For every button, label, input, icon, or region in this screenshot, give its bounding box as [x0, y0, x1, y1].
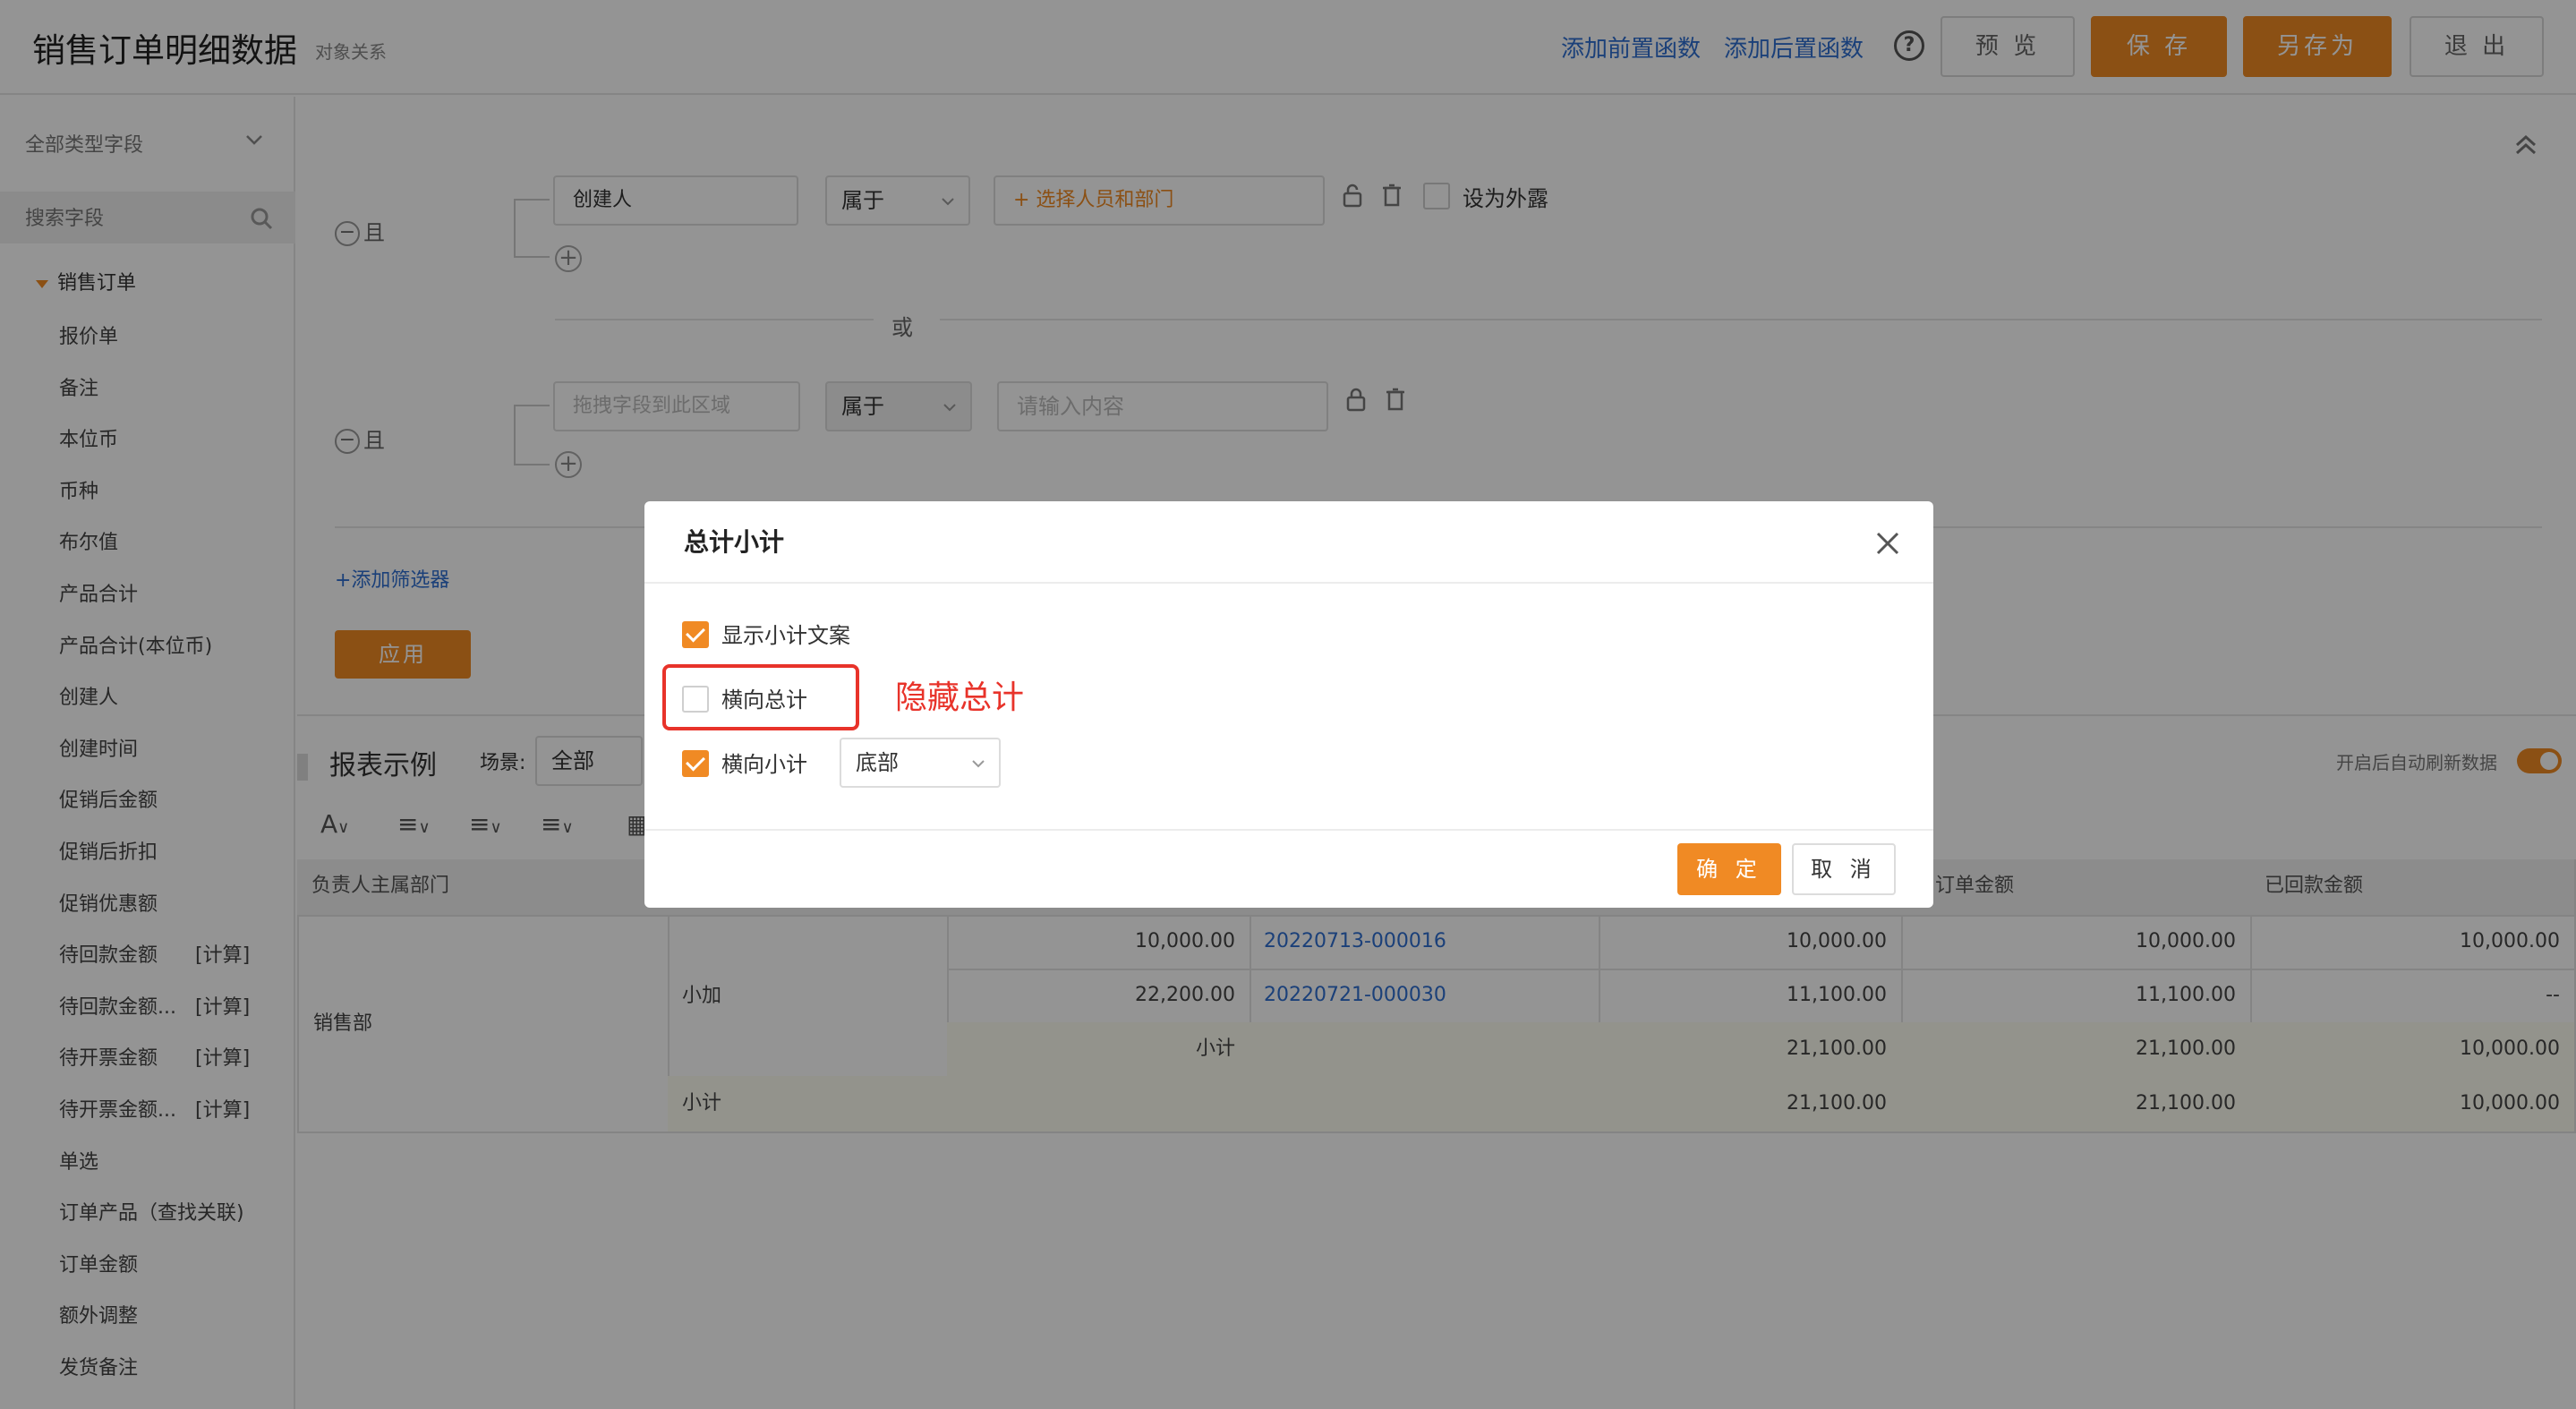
totals-dialog: 总计小计 显示小计文案 横向总计 隐藏总计 横向小计 底部 确 定 取 消 — [644, 501, 1933, 908]
chevron-down-icon — [972, 760, 985, 768]
show-subtotal-text-label: 显示小计文案 — [721, 623, 850, 648]
cancel-button[interactable]: 取 消 — [1792, 843, 1896, 895]
subtotal-position-select[interactable]: 底部 — [840, 738, 1001, 788]
divider — [644, 829, 1933, 831]
dialog-title: 总计小计 — [684, 527, 785, 557]
horizontal-subtotal-checkbox[interactable] — [682, 750, 709, 777]
confirm-button[interactable]: 确 定 — [1677, 843, 1781, 895]
horizontal-total-label: 横向总计 — [721, 687, 807, 713]
close-icon[interactable] — [1872, 528, 1903, 559]
annotation-text: 隐藏总计 — [895, 679, 1025, 716]
divider — [644, 582, 1933, 584]
show-subtotal-text-checkbox[interactable] — [682, 621, 709, 648]
horizontal-total-checkbox[interactable] — [682, 686, 709, 713]
horizontal-subtotal-label: 横向小计 — [721, 752, 807, 777]
